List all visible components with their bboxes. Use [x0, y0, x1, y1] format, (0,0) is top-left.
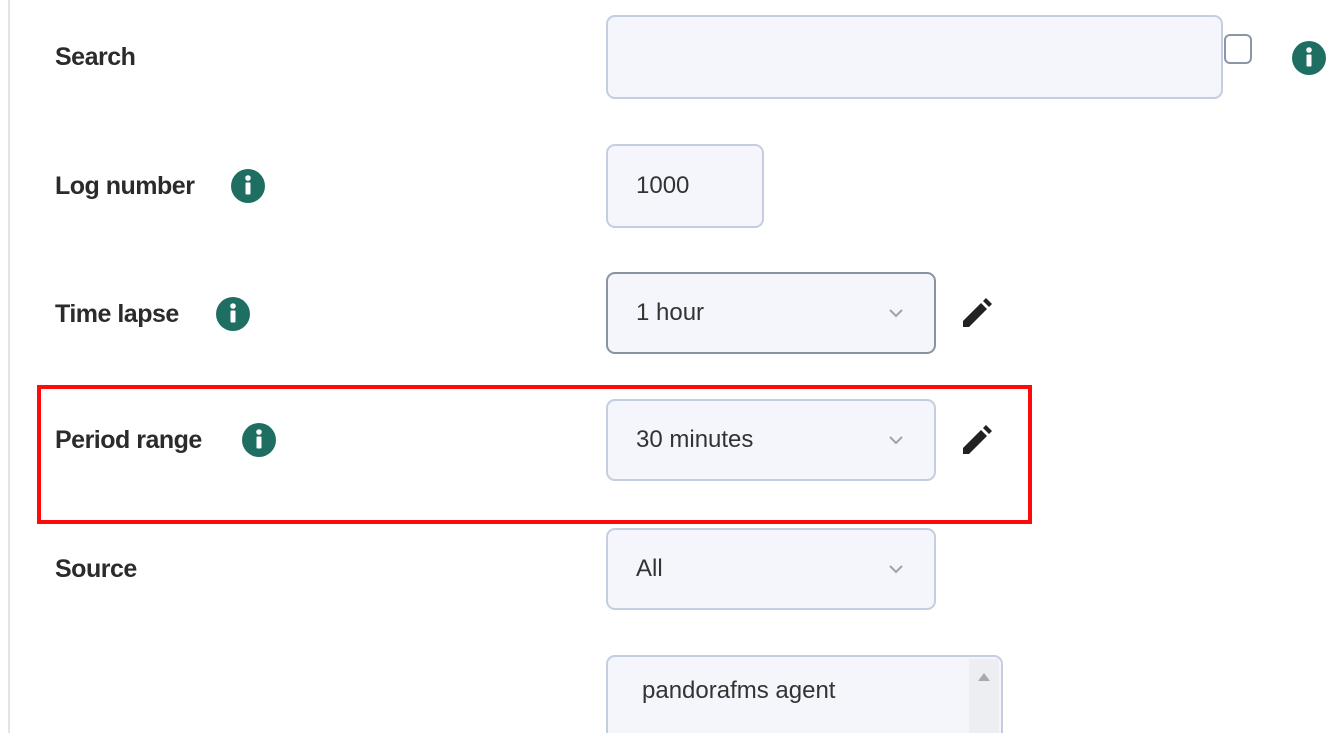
source-value: All — [636, 555, 663, 582]
log-filter-form: Search Log number 1000 Time lapse 1 hour… — [0, 0, 1326, 733]
info-icon[interactable] — [242, 423, 276, 457]
scrollbar[interactable] — [969, 659, 999, 733]
chevron-down-icon — [888, 564, 904, 574]
log-number-value: 1000 — [636, 172, 690, 199]
info-icon[interactable] — [1292, 41, 1326, 75]
search-input[interactable] — [606, 15, 1223, 99]
left-divider — [8, 0, 10, 733]
source-select[interactable]: All — [606, 528, 936, 610]
list-item[interactable]: pandorafms agent — [642, 677, 835, 705]
chevron-down-icon — [888, 435, 904, 445]
time-lapse-label: Time lapse — [55, 300, 179, 328]
log-number-input[interactable]: 1000 — [606, 144, 764, 228]
info-icon[interactable] — [231, 169, 265, 203]
info-icon[interactable] — [216, 297, 250, 331]
source-agent-list[interactable]: pandorafms agent — [606, 655, 1003, 733]
period-range-label: Period range — [55, 426, 202, 454]
period-range-value: 30 minutes — [636, 426, 754, 453]
time-lapse-value: 1 hour — [636, 299, 705, 326]
pencil-icon[interactable] — [958, 423, 994, 459]
log-number-label: Log number — [55, 172, 195, 200]
search-label: Search — [55, 43, 136, 71]
search-regex-checkbox[interactable] — [1224, 34, 1252, 64]
pencil-icon[interactable] — [958, 296, 994, 332]
period-range-select[interactable]: 30 minutes — [606, 399, 936, 481]
scroll-up-arrow-icon[interactable] — [978, 673, 990, 681]
source-label: Source — [55, 555, 137, 583]
time-lapse-select[interactable]: 1 hour — [606, 272, 936, 354]
chevron-down-icon — [888, 308, 904, 318]
